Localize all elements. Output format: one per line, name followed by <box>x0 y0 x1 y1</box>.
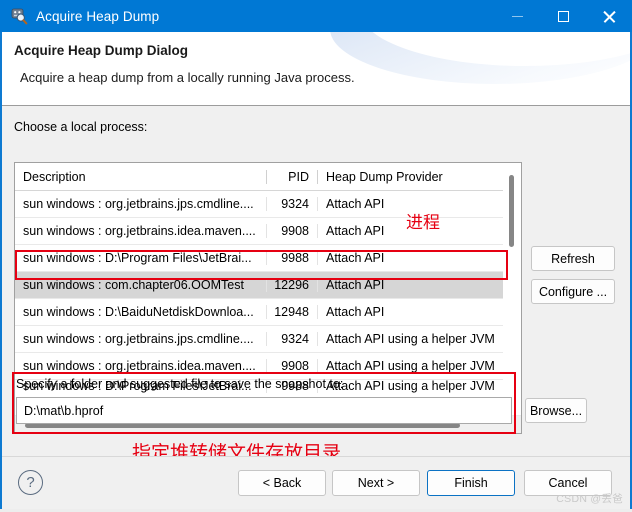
dialog-content: Choose a local process: Description PID He… <box>2 106 630 510</box>
acquire-heap-dump-window: Acquire Heap Dump Acquire Heap Dump Dial… <box>0 0 632 512</box>
next-button[interactable]: Next > <box>332 470 420 496</box>
dialog-banner: Acquire Heap Dump Dialog Acquire a heap … <box>2 32 630 106</box>
table-row[interactable]: sun windows : D:\BaiduNetdiskDownloa... 1… <box>15 299 504 326</box>
annotation-process-text: 进程 <box>406 213 440 232</box>
dialog-subtitle: Acquire a heap dump from a locally runni… <box>20 70 355 85</box>
window-body: Acquire Heap Dump Dialog Acquire a heap … <box>0 32 632 512</box>
column-header-provider[interactable]: Heap Dump Provider <box>318 170 504 184</box>
minimize-icon[interactable] <box>494 0 540 32</box>
window-controls <box>494 0 632 32</box>
cell-description: sun windows : org.jetbrains.idea.maven..… <box>15 359 267 373</box>
dialog-footer: ? < Back Next > Finish Cancel CSDN @丢爸 <box>2 456 630 510</box>
cell-pid: 9324 <box>267 332 318 346</box>
cell-description: sun windows : org.jetbrains.jps.cmdline.… <box>15 197 267 211</box>
cell-description: sun windows : com.chapter06.OOMTest <box>15 278 267 292</box>
help-icon[interactable]: ? <box>18 470 43 495</box>
cell-provider: Attach API <box>326 305 385 319</box>
column-header-description[interactable]: Description <box>15 169 267 184</box>
column-header-pid[interactable]: PID <box>267 169 318 184</box>
choose-process-label: Choose a local process: <box>14 120 148 134</box>
snapshot-path-input[interactable] <box>16 397 512 424</box>
cell-provider: Attach API using a helper JVM <box>326 380 495 393</box>
cell-description: sun windows : D:\BaiduNetdiskDownloa... <box>15 305 267 319</box>
finish-button[interactable]: Finish <box>427 470 515 496</box>
snapshot-folder-label: Specify a folder and suggested file to s… <box>16 377 344 391</box>
csdn-watermark: CSDN @丢爸 <box>556 493 623 505</box>
browse-button[interactable]: Browse... <box>525 398 587 423</box>
window-titlebar[interactable]: Acquire Heap Dump <box>0 0 632 32</box>
back-button[interactable]: < Back <box>238 470 326 496</box>
process-table[interactable]: Description PID Heap Dump Provider sun wind… <box>14 162 522 434</box>
refresh-button[interactable]: Refresh <box>531 246 615 271</box>
cell-provider: Attach API <box>326 278 385 292</box>
cell-pid: 9988 <box>267 251 318 265</box>
dialog-title: Acquire Heap Dump Dialog <box>14 43 189 58</box>
table-row[interactable]: sun windows : org.jetbrains.idea.maven..… <box>15 353 504 380</box>
cell-provider: Attach API using a helper JVM <box>326 359 495 373</box>
cell-pid: 12948 <box>267 305 318 319</box>
table-row[interactable]: sun windows : org.jetbrains.jps.cmdline.… <box>15 326 504 353</box>
table-header-row: Description PID Heap Dump Provider <box>15 163 504 191</box>
cell-pid: 9908 <box>267 359 318 373</box>
cell-pid: 9324 <box>267 197 318 211</box>
configure-button[interactable]: Configure ... <box>531 279 615 304</box>
cell-description: sun windows : org.jetbrains.jps.cmdline.… <box>15 332 267 346</box>
cell-pid: 9908 <box>267 224 318 238</box>
close-icon[interactable] <box>586 0 632 32</box>
cell-description: sun windows : D:\Program Files\JetBrai..… <box>15 251 267 265</box>
cell-description: sun windows : org.jetbrains.idea.maven..… <box>15 224 267 238</box>
cell-provider: Attach API <box>326 251 385 265</box>
table-row-selected[interactable]: sun windows : com.chapter06.OOMTest 12296… <box>15 272 504 299</box>
cell-provider: Attach API using a helper JVM <box>326 332 495 346</box>
window-title: Acquire Heap Dump <box>36 8 160 24</box>
table-vertical-scrollbar[interactable] <box>503 163 521 416</box>
table-vertical-scroll-thumb[interactable] <box>509 175 514 247</box>
maximize-icon[interactable] <box>540 0 586 32</box>
process-table-body: Description PID Heap Dump Provider sun wind… <box>15 163 504 393</box>
table-row[interactable]: sun windows : D:\Program Files\JetBrai..… <box>15 245 504 272</box>
mat-heap-dump-icon <box>10 7 28 25</box>
cell-pid: 12296 <box>267 278 318 292</box>
